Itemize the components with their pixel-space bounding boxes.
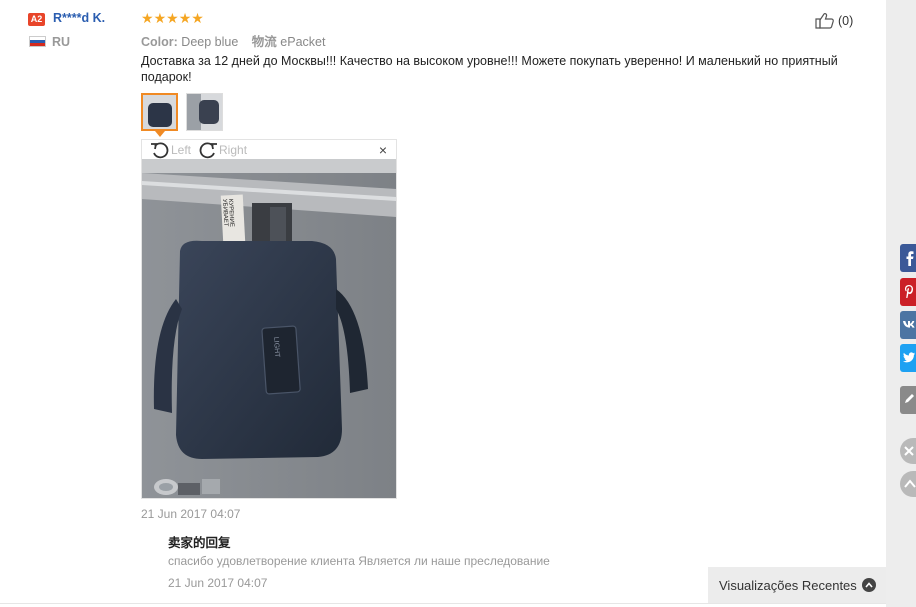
review-date: 21 Jun 2017 04:07 xyxy=(141,507,241,521)
close-icon xyxy=(904,446,914,456)
shipping-value: ePacket xyxy=(280,35,326,49)
review-divider xyxy=(0,603,886,604)
active-thumbnail-caret xyxy=(155,131,165,137)
vk-share-button[interactable] xyxy=(900,311,916,339)
photo-viewer: Left Right × КУРЕНИЕ УБИВАЕТ LIGHT xyxy=(141,139,397,499)
facebook-icon xyxy=(906,251,914,266)
star-rating: ★ ★ ★ ★ ★ xyxy=(141,10,204,26)
star-icon: ★ xyxy=(141,10,154,26)
pinterest-icon xyxy=(905,285,913,298)
scroll-top-button[interactable] xyxy=(900,471,916,497)
seller-reply-date: 21 Jun 2017 04:07 xyxy=(168,576,268,590)
russia-flag-icon xyxy=(29,36,46,47)
photo-viewer-toolbar: Left Right × xyxy=(142,140,396,159)
recent-views-bar[interactable]: Visualizações Recentes xyxy=(708,567,886,603)
close-share-button[interactable] xyxy=(900,438,916,464)
color-value: Deep blue xyxy=(181,35,239,49)
pinterest-share-button[interactable] xyxy=(900,278,916,306)
star-icon: ★ xyxy=(178,10,192,26)
close-viewer-button[interactable]: × xyxy=(379,143,387,157)
facebook-share-button[interactable] xyxy=(900,244,916,272)
reviewer-country: RU xyxy=(52,35,71,49)
review-text: Доставка за 12 дней до Москвы!!! Качеств… xyxy=(141,54,838,84)
buyer-level-badge: A2 xyxy=(28,13,45,26)
review-photo-thumbnails xyxy=(141,93,223,131)
chevron-up-icon xyxy=(862,578,876,592)
recent-views-label: Visualizações Recentes xyxy=(719,577,857,593)
photo-thumbnail[interactable] xyxy=(186,93,223,131)
star-icon: ★ xyxy=(153,10,167,26)
order-info: Color: Deep blue 物流 ePacket xyxy=(141,31,325,50)
rotate-left-label: Left xyxy=(171,142,192,157)
shipping-label: 物流 xyxy=(251,35,277,49)
rotate-left-button[interactable]: Left xyxy=(150,141,191,159)
review-card: A2 R****d K. RU ★ ★ ★ ★ ★ Color: Deep bl… xyxy=(0,0,886,607)
review-photo: КУРЕНИЕ УБИВАЕТ LIGHT xyxy=(142,159,396,498)
helpful-count: (0) xyxy=(838,13,854,28)
rotate-right-icon xyxy=(199,141,218,158)
svg-text:LIGHT: LIGHT xyxy=(272,337,280,359)
star-icon: ★ xyxy=(191,10,204,26)
seller-reply-text: спасибо удовлетворение клиента Является … xyxy=(168,554,550,568)
color-label: Color: xyxy=(141,35,178,49)
thumbs-up-icon xyxy=(815,13,834,29)
reviewer-name: R****d K. xyxy=(53,11,106,25)
twitter-icon xyxy=(903,352,915,363)
rotate-right-label: Right xyxy=(219,142,248,157)
edit-share-button[interactable] xyxy=(900,386,916,414)
star-icon: ★ xyxy=(166,10,179,26)
up-icon xyxy=(904,479,916,488)
rotate-right-button[interactable]: Right xyxy=(198,141,247,159)
twitter-share-button[interactable] xyxy=(900,344,916,372)
rotate-left-icon xyxy=(151,141,169,158)
photo-thumbnail[interactable] xyxy=(141,93,178,131)
vk-icon xyxy=(903,321,915,328)
seller-reply-title: 卖家的回复 xyxy=(168,536,231,550)
edit-icon xyxy=(905,394,914,403)
helpful-button[interactable]: (0) xyxy=(815,12,853,29)
